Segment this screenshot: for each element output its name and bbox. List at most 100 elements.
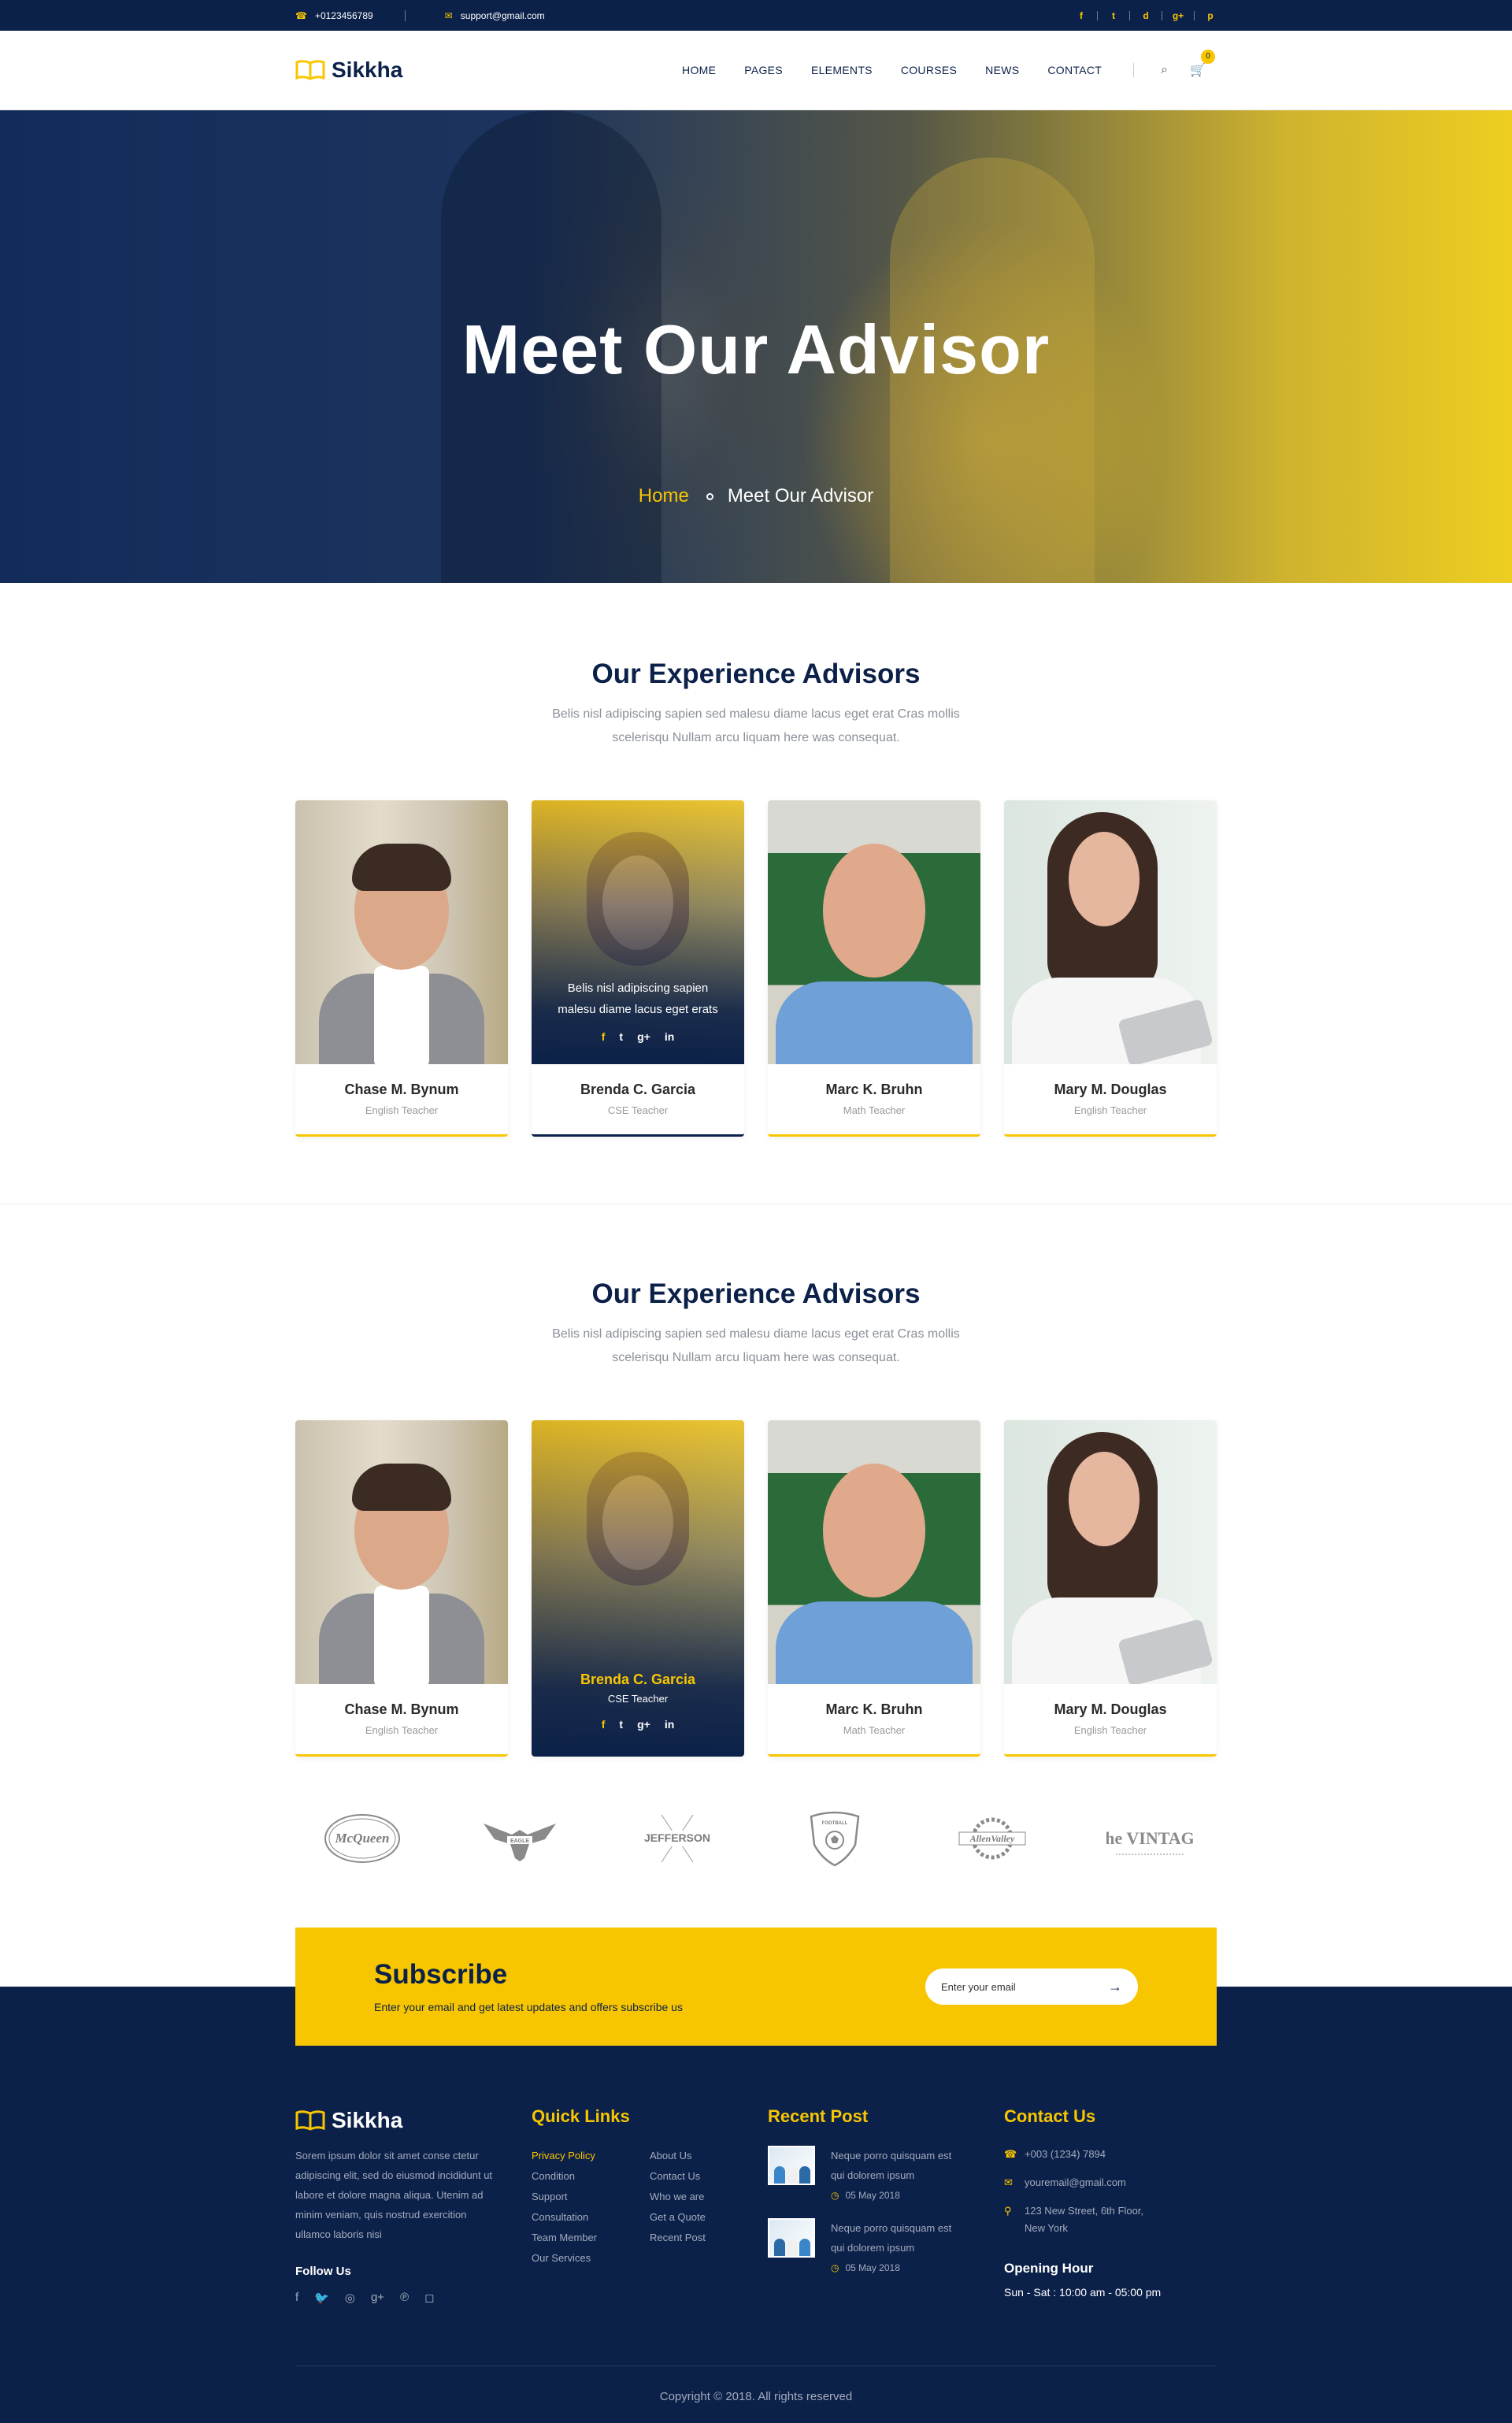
subscribe-text: Enter your email and get latest updates … — [374, 2001, 683, 2013]
twitter-icon[interactable]: t — [619, 1718, 623, 1731]
advisor-card[interactable]: Chase M. Bynum English Teacher — [295, 1420, 508, 1757]
footer-link[interactable]: Consultation — [532, 2207, 650, 2228]
brand-logo-jefferson[interactable]: JEFFERSON — [634, 1809, 721, 1868]
advisor-card[interactable]: Marc K. Bruhn Math Teacher — [768, 1420, 980, 1757]
google-plus-icon[interactable]: g+ — [637, 1718, 650, 1731]
advisor-social: f t g+ in — [532, 1030, 744, 1043]
divider — [404, 9, 406, 21]
mail-icon: ✉ — [444, 9, 453, 21]
dribbble-icon[interactable]: ◎ — [345, 2291, 355, 2305]
footer-link[interactable]: Support — [532, 2187, 650, 2207]
brand-logo-vintage[interactable]: The VINTAGE — [1106, 1809, 1193, 1868]
nav-home[interactable]: HOME — [682, 64, 716, 76]
advisor-cards: Chase M. Bynum English Teacher Brenda C.… — [295, 1420, 1217, 1757]
google-plus-icon[interactable]: g+ — [1172, 10, 1184, 21]
post-date: 05 May 2018 — [845, 2262, 900, 2273]
footer-link[interactable]: Team Member — [532, 2228, 650, 2248]
advisor-name: Marc K. Bruhn — [825, 1082, 923, 1097]
twitter-icon[interactable]: 🐦 — [314, 2291, 329, 2305]
top-phone[interactable]: +0123456789 — [315, 10, 373, 21]
footer-link[interactable]: Contact Us — [650, 2166, 768, 2187]
nav-elements[interactable]: ELEMENTS — [811, 64, 873, 76]
brand-logo-allenvalley[interactable]: AllenValley — [949, 1809, 1036, 1868]
advisors-section-1: Our Experience Advisors Belis nisl adipi… — [0, 583, 1512, 1204]
advisor-role: English Teacher — [365, 1724, 439, 1736]
footer-link[interactable]: Privacy Policy — [532, 2146, 650, 2166]
follow-label: Follow Us — [295, 2265, 351, 2278]
cart-icon[interactable]: 🛒 0 — [1190, 50, 1215, 78]
advisor-photo — [1004, 1420, 1217, 1684]
recent-post[interactable]: Neque porro quisquam est qui dolorem ips… — [768, 2218, 1004, 2273]
recent-post-title: Recent Post — [768, 2106, 869, 2126]
nav-pages[interactable]: PAGES — [744, 64, 783, 76]
opening-hour-title: Opening Hour — [1004, 2261, 1094, 2276]
advisor-role: CSE Teacher — [607, 1104, 669, 1116]
google-plus-icon[interactable]: g+ — [637, 1030, 650, 1043]
breadcrumb: Home Meet Our Advisor — [0, 485, 1512, 507]
recent-post[interactable]: Neque porro quisquam est qui dolorem ips… — [768, 2146, 1004, 2201]
advisor-name: Chase M. Bynum — [344, 1082, 459, 1097]
advisor-role: English Teacher — [1073, 1724, 1147, 1736]
footer-brand-name: Sikkha — [332, 2108, 403, 2132]
svg-text:JEFFERSON: JEFFERSON — [644, 1831, 710, 1844]
svg-text:AllenValley: AllenValley — [969, 1833, 1015, 1844]
advisor-role: English Teacher — [365, 1104, 439, 1116]
pinterest-icon[interactable]: p — [1204, 10, 1217, 21]
advisor-name: Mary M. Douglas — [1054, 1701, 1167, 1717]
subscribe-email-input[interactable]: Enter your email → — [925, 1968, 1138, 2005]
facebook-icon[interactable]: f — [1075, 10, 1088, 21]
clock-icon: ◷ — [831, 2190, 839, 2201]
footer-link[interactable]: Recent Post — [650, 2228, 768, 2248]
brand-logo-football[interactable]: FOOTBALL — [791, 1809, 878, 1868]
facebook-icon[interactable]: f — [602, 1718, 606, 1731]
facebook-icon[interactable]: f — [295, 2291, 298, 2305]
footer-logo[interactable]: Sikkha — [295, 2108, 532, 2133]
footer-link[interactable]: Get a Quote — [650, 2207, 768, 2228]
advisor-photo — [295, 800, 508, 1064]
twitter-icon[interactable]: t — [1107, 10, 1120, 21]
footer-contact: Contact Us ☎ +003 (1234) 7894 ✉ youremail@… — [1004, 2106, 1217, 2305]
dribbble-icon[interactable]: d — [1140, 10, 1152, 21]
footer-about: Sikkha Sorem ipsum dolor sit amet conse … — [295, 2106, 532, 2305]
arrow-right-icon[interactable]: → — [1108, 1979, 1122, 1995]
advisor-card-hover[interactable]: Brenda C. Garcia CSE Teacher f t g+ in — [532, 1420, 744, 1757]
footer-link[interactable]: Condition — [532, 2166, 650, 2187]
advisor-cards: Chase M. Bynum English Teacher Belis nis… — [295, 800, 1217, 1137]
google-plus-icon[interactable]: g+ — [371, 2291, 384, 2305]
brand-logo-mcqueen[interactable]: McQueen — [319, 1809, 406, 1868]
linkedin-icon[interactable]: in — [665, 1030, 674, 1043]
contact-address: ⚲ 123 New Street, 6th Floor, New York — [1004, 2202, 1217, 2237]
footer-link[interactable]: Who we are — [650, 2187, 768, 2207]
svg-text:McQueen: McQueen — [335, 1831, 390, 1846]
main-nav: HOME PAGES ELEMENTS COURSES NEWS CONTACT… — [668, 50, 1217, 78]
brand-logo-eagle[interactable]: EAGLE — [476, 1809, 563, 1868]
site-header: Sikkha HOME PAGES ELEMENTS COURSES NEWS … — [0, 31, 1512, 110]
advisor-role: CSE Teacher — [607, 1693, 669, 1705]
twitter-icon[interactable]: t — [619, 1030, 623, 1043]
nav-courses[interactable]: COURSES — [901, 64, 957, 76]
nav-news[interactable]: NEWS — [985, 64, 1019, 76]
advisor-card[interactable]: Mary M. Douglas English Teacher — [1004, 1420, 1217, 1757]
facebook-icon[interactable]: f — [602, 1030, 606, 1043]
advisor-card[interactable]: Marc K. Bruhn Math Teacher — [768, 800, 980, 1137]
nav-contact[interactable]: CONTACT — [1047, 64, 1102, 76]
instagram-icon[interactable]: ◻ — [424, 2291, 434, 2305]
pinterest-icon[interactable]: ℗ — [400, 2291, 409, 2305]
headphone-icon: ☎ — [1004, 2148, 1017, 2160]
search-icon[interactable]: ⌕ — [1161, 63, 1168, 77]
site-footer: Sikkha Sorem ipsum dolor sit amet conse … — [0, 1987, 1512, 2423]
advisor-card[interactable]: Chase M. Bynum English Teacher — [295, 800, 508, 1137]
footer-link[interactable]: Our Services — [532, 2248, 650, 2269]
advisor-name: Chase M. Bynum — [344, 1701, 459, 1717]
advisor-role: Math Teacher — [843, 1104, 906, 1116]
subscribe-banner: Subscribe Enter your email and get lates… — [295, 1928, 1217, 2046]
footer-link[interactable]: About Us — [650, 2146, 768, 2166]
advisor-card[interactable]: Mary M. Douglas English Teacher — [1004, 800, 1217, 1137]
advisor-card-hover[interactable]: Belis nisl adipiscing sapien malesu diam… — [532, 800, 744, 1137]
top-email[interactable]: support@gmail.com — [461, 10, 545, 21]
section-subtitle: Belis nisl adipiscing sapien sed malesu … — [552, 707, 960, 744]
logo[interactable]: Sikkha — [295, 58, 402, 83]
advisor-hover-text: Belis nisl adipiscing sapien malesu diam… — [558, 981, 718, 1016]
breadcrumb-home[interactable]: Home — [639, 485, 689, 506]
linkedin-icon[interactable]: in — [665, 1718, 674, 1731]
